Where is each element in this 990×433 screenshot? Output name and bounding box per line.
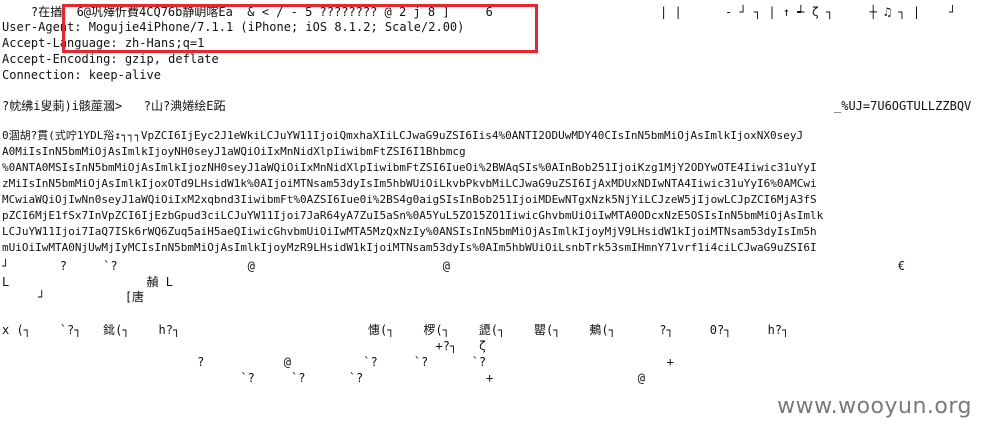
payload-line: %0ANTA0MSIsInN5bmMiOjAsImlkIjozNH0seyJ1a… [2, 161, 817, 174]
payload-line: MCwiaWQiOjIwNn0seyJ1aWQiOiIxM2xqbnd3Iiwi… [2, 193, 817, 206]
payload-line: A0MiIsInN5bmMiOjAsImlkIjoyNH0seyJ1aWQiOi… [2, 145, 466, 158]
garbled-tail-line: `? `? `? + @ [2, 371, 645, 385]
http-dump-view: { "dump": { "garbled_top": " ?\u5728\u63… [0, 0, 990, 433]
user-agent-highlight-box [62, 4, 538, 53]
payload-line: zMiIsInN5bmMiOjAsImlkIjoxOTd9LHsidW1k%0A… [2, 177, 817, 190]
garbled-tail-line: x (┐ `?┐ 鉳(┐ h?┐ 憓(┐ 椤(┐ 頾(┐ 罌(┐ 鴺(┐ ?┐ … [2, 323, 790, 337]
watermark: www.wooyun.org [777, 394, 972, 419]
garbled-header-line-right: | | - ┘ ┐ | ↑ ┵ ζ ┐ ┼ ♫ ┐ | ┘ [660, 5, 957, 19]
header-accept-encoding: Accept-Encoding: gzip, deflate [2, 52, 219, 66]
payload-line: pZCI6MjE1fSx7InVpZCI6IjEzbGpud3ciLCJuYW1… [2, 209, 824, 222]
payload-line: mUiOiIwMTA0NjUwMjIyMCIsInN5bmMiOjAsImlkI… [2, 241, 817, 254]
garbled-tail-line: ┘ ? `? @ @ € [2, 259, 906, 273]
garbled-body-line: ?帎绋i叟莿)i骸蓙漍> ?山?淟婘绘E跖 [2, 99, 226, 113]
garbled-tail-line: +?┐ ζ [2, 339, 487, 353]
garbled-tail-line: ┘ [唐 [2, 290, 145, 304]
garbled-tail-line: ? @ `? `? `? + [2, 355, 674, 369]
payload-line: LCJuYW11Ijoi7IaQ7ISk6rWQ6Zuq5aiH5aeQIiwi… [2, 225, 817, 238]
payload-line: 0涸胡?貫(式咛1YDL谸↕┐┐┐VpZCI6IjEyc2J1eWkiLCJuY… [2, 129, 804, 142]
header-connection: Connection: keep-alive [2, 68, 161, 82]
garbled-body-line-right: _%UJ=7U6OGTULLZZBQV [834, 99, 972, 113]
garbled-tail-line: L 赬 L [2, 275, 173, 289]
